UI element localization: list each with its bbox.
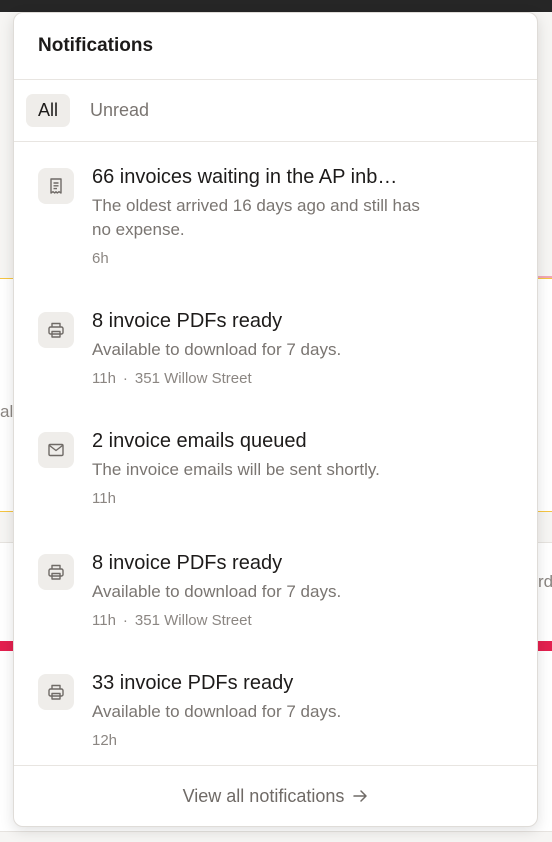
meta-separator: · xyxy=(122,612,128,629)
app-top-bar xyxy=(0,0,552,12)
notification-description: Available to download for 7 days. xyxy=(92,702,342,721)
background-accent-line xyxy=(538,276,552,278)
notification-meta: 12h xyxy=(92,731,537,751)
notification-list[interactable]: 66 invoices waiting in the AP inb… The o… xyxy=(14,142,537,766)
notification-title: 2 invoice emails queued xyxy=(92,430,307,452)
notification-item[interactable]: 8 invoice PDFs ready Available to downlo… xyxy=(14,550,537,631)
notification-title: 8 invoice PDFs ready xyxy=(92,310,283,332)
notifications-panel: Notifications All Unread 66 invoices wai… xyxy=(13,12,538,827)
notification-time: 12h xyxy=(92,732,118,749)
notification-meta: 6h xyxy=(92,249,537,269)
tab-unread[interactable]: Unread xyxy=(78,94,161,127)
notification-tabs: All Unread xyxy=(14,80,537,142)
meta-separator: · xyxy=(122,370,128,387)
notification-description: The oldest arrived 16 days ago and still… xyxy=(92,196,420,239)
printer-icon xyxy=(38,674,74,710)
notification-title: 66 invoices waiting in the AP inb… xyxy=(92,166,398,188)
arrow-right-icon xyxy=(353,790,368,802)
notification-time: 11h xyxy=(92,490,116,507)
view-all-notifications-link[interactable]: View all notifications xyxy=(183,786,369,807)
panel-title: Notifications xyxy=(38,35,154,56)
panel-footer: View all notifications xyxy=(14,765,537,826)
printer-icon xyxy=(38,554,74,590)
background-text-fragment: rd xyxy=(538,572,552,591)
notification-meta: 11h xyxy=(92,489,537,509)
notification-description: Available to download for 7 days. xyxy=(92,582,342,601)
notification-location: 351 Willow Street xyxy=(134,612,252,629)
notification-time: 11h xyxy=(92,370,116,387)
notification-item[interactable]: 33 invoice PDFs ready Available to downl… xyxy=(14,670,537,751)
notification-item[interactable]: 2 invoice emails queued The invoice emai… xyxy=(14,428,537,509)
panel-header: Notifications xyxy=(14,13,537,80)
printer-icon xyxy=(38,312,74,348)
tab-all[interactable]: All xyxy=(26,94,71,127)
notification-description: Available to download for 7 days. xyxy=(92,340,342,359)
view-all-label: View all notifications xyxy=(182,785,345,806)
notification-item[interactable]: 66 invoices waiting in the AP inb… The o… xyxy=(14,164,537,269)
notification-description: The invoice emails will be sent shortly. xyxy=(92,460,380,479)
mail-icon xyxy=(38,432,74,468)
receipt-icon xyxy=(38,168,74,204)
notification-meta: 11h · 351 Willow Street xyxy=(92,611,537,631)
notification-time: 6h xyxy=(92,250,109,267)
notification-title: 33 invoice PDFs ready xyxy=(92,672,294,694)
notification-title: 8 invoice PDFs ready xyxy=(92,552,283,574)
notification-location: 351 Willow Street xyxy=(134,370,252,387)
notification-item[interactable]: 8 invoice PDFs ready Available to downlo… xyxy=(14,308,537,389)
notification-meta: 11h · 351 Willow Street xyxy=(92,369,537,389)
notification-time: 11h xyxy=(92,612,116,629)
